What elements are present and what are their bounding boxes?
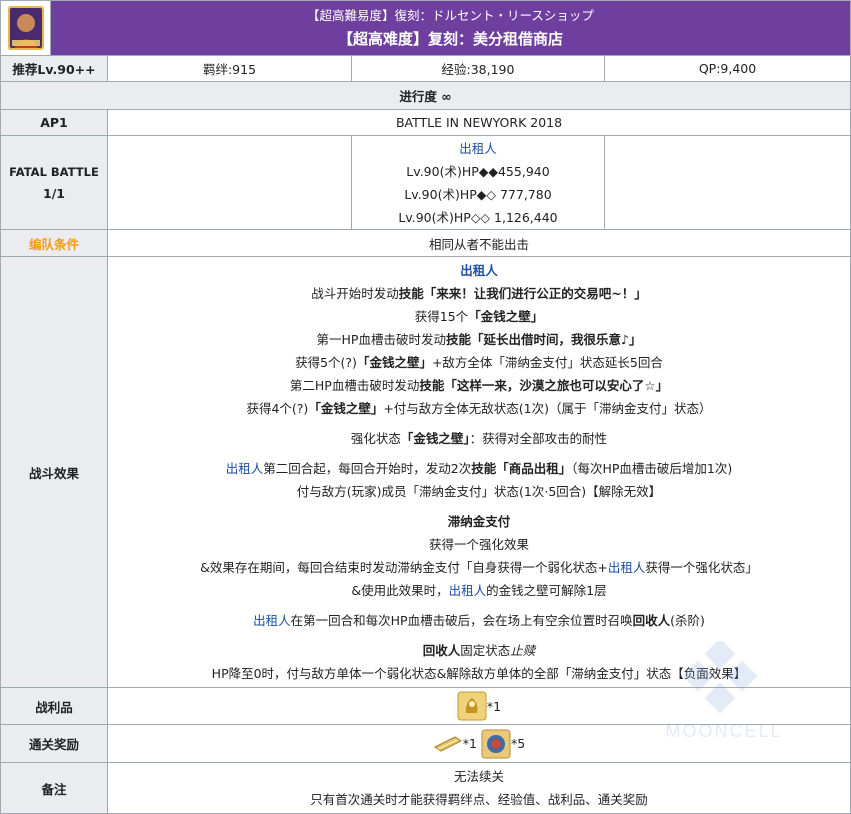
effect-text: HP降至0时，付与敌方单体一个弱化状态&解除敌方单体的全部「滞纳金支付」状态【负… (211, 666, 747, 681)
loot-quantity: *1 (486, 698, 502, 714)
loot-row: 战利品 *1 (1, 688, 850, 725)
state-name: 止赎 (510, 643, 536, 658)
reward-row: 通关奖励 *1 *5 (1, 725, 850, 763)
stats-row: 推荐Lv.90++ 羁绊:915 经验:38,190 QP:9,400 (1, 56, 850, 82)
buff-name: 「金钱之壁」 (356, 355, 432, 370)
buff-name: 「金钱之壁」 (308, 401, 384, 416)
formation-condition: 相同从者不能出击 (428, 236, 529, 252)
effect-text: 第二HP血槽击破时发动 (289, 378, 420, 393)
battle-effects-content: 出租人 战斗开始时发动技能「来来！让我们进行公正的交易吧~！」 获得15个「金钱… (108, 257, 850, 687)
servant-avatar (1, 1, 51, 55)
golden-ticket-icon[interactable] (433, 733, 463, 755)
effect-text: &使用此效果时， (351, 583, 449, 598)
notes-label: 备注 (1, 763, 108, 813)
effects-enemy-link[interactable]: 出租人 (460, 259, 498, 282)
servant-portrait-icon (7, 6, 44, 50)
effect-text: 获得4个(?) (246, 401, 309, 416)
enemy-name-link[interactable]: 出租人 (449, 583, 487, 598)
recommended-level: 推荐Lv.90++ (1, 56, 108, 81)
wave-count: 1/1 (43, 185, 65, 201)
exp-value: 经验:38,190 (352, 56, 605, 81)
enemy-hp-1: Lv.90(术)HP◆◆455,940 (406, 163, 550, 179)
summon-name: 回收人 (422, 643, 461, 658)
note-line-1: 无法续关 (453, 769, 504, 784)
quest-table: 【超高難易度】復刻：ドルセント・リースショップ 【超高难度】复刻：美分租借商店 … (0, 0, 851, 814)
enemy-name-link[interactable]: 出租人 (608, 560, 646, 575)
effect-text: 固定状态 (460, 643, 511, 658)
effect-text: 第二回合起，每回合开始时，发动2次 (263, 461, 472, 476)
bond-value: 羁绊:915 (108, 56, 352, 81)
effect-text: 战斗开始时发动 (311, 286, 399, 301)
effect-text: （每次HP血槽击破后增加1次) (571, 461, 733, 476)
enemy-hp-3: Lv.90(术)HP◇◇ 1,126,440 (398, 209, 558, 225)
quest-title-cn: 【超高难度】复刻：美分租借商店 (337, 30, 563, 48)
effect-text: 付与敌方(玩家)成员「滞纳金支付」状态(1次·5回合)【解除无效】 (296, 484, 662, 499)
progress-label: 进行度 ∞ (399, 89, 452, 104)
reward-quantity-2: *5 (511, 736, 526, 751)
battle-effects-label: 战斗效果 (1, 257, 108, 687)
formation-label: 编队条件 (1, 230, 108, 256)
formation-row: 编队条件 相同从者不能出击 (1, 230, 850, 257)
enemy-name-link[interactable]: 出租人 (459, 137, 497, 160)
effect-text: +付与敌方全体无敌状态(1次)（属于「滞纳金支付」状态） (383, 401, 712, 416)
reward-label: 通关奖励 (1, 725, 108, 762)
battle-name: BATTLE IN NEWYORK 2018 (395, 115, 563, 130)
effect-text: (杀阶) (670, 613, 705, 628)
effect-text: 的金钱之壁可解除1层 (486, 583, 607, 598)
effect-text: 强化状态 (350, 431, 401, 446)
effect-text: 获得一个强化效果 (428, 537, 529, 552)
skill-name: 技能「商品出租」 (471, 461, 572, 476)
quest-title-jp: 【超高難易度】復刻：ドルセント・リースショップ (307, 8, 594, 23)
effect-text: 在第一回合和每次HP血槽击破后，会在场上有空余位置时召唤 (290, 613, 633, 628)
enemy-info: 出租人 Lv.90(术)HP◆◆455,940 Lv.90(术)HP◆◇ 777… (352, 136, 605, 229)
note-line-2: 只有首次通关时才能获得羁绊点、经验值、战利品、通关奖励 (310, 792, 648, 807)
enemy-name-link[interactable]: 出租人 (253, 613, 291, 628)
debuff-title: 滞纳金支付 (447, 514, 511, 529)
fatal-battle-label: FATAL BATTLE (9, 164, 99, 179)
gold-material-icon[interactable] (457, 691, 487, 721)
effect-text: &效果存在期间，每回合结束时发动滞纳金支付「自身获得一个弱化状态+ (200, 560, 608, 575)
loot-label: 战利品 (1, 688, 108, 724)
reward-quantity-1: *1 (462, 736, 477, 751)
skill-name: 技能「这样一来，沙漠之旅也可以安心了☆」 (419, 378, 669, 393)
enemy-hp-2: Lv.90(术)HP◆◇ 777,780 (404, 186, 552, 202)
skill-name: 技能「延长出借时间，我很乐意♪」 (445, 332, 642, 347)
progress-row: 进行度 ∞ (1, 82, 850, 110)
effect-text: 获得15个 (414, 309, 469, 324)
effect-text: 获得一个强化状态」 (645, 560, 758, 575)
ap-label: AP1 (1, 110, 108, 135)
summon-name: 回收人 (632, 613, 671, 628)
quest-header: 【超高難易度】復刻：ドルセント・リースショップ 【超高难度】复刻：美分租借商店 (1, 1, 850, 56)
fatal-battle-row: FATAL BATTLE 1/1 出租人 Lv.90(术)HP◆◆455,940… (1, 136, 850, 230)
enemy-name-link[interactable]: 出租人 (226, 461, 264, 476)
skill-name: 技能「来来！让我们进行公正的交易吧~！」 (398, 286, 647, 301)
gem-material-icon[interactable] (481, 729, 511, 759)
effect-text: ：获得对全部攻击的耐性 (469, 431, 608, 446)
buff-name: 「金钱之壁」 (468, 309, 544, 324)
ap-row: AP1 BATTLE IN NEWYORK 2018 (1, 110, 850, 136)
buff-name: 「金钱之壁」 (400, 431, 470, 446)
battle-effects-row: 战斗效果 出租人 战斗开始时发动技能「来来！让我们进行公正的交易吧~！」 获得1… (1, 257, 850, 688)
effect-text: 第一HP血槽击破时发动 (316, 332, 446, 347)
effect-text: 获得5个(?) (295, 355, 357, 370)
notes-row: 备注 无法续关 只有首次通关时才能获得羁绊点、经验值、战利品、通关奖励 (1, 763, 850, 813)
qp-value: QP:9,400 (698, 61, 757, 76)
effect-text: +敌方全体「滞纳金支付」状态延长5回合 (431, 355, 663, 370)
